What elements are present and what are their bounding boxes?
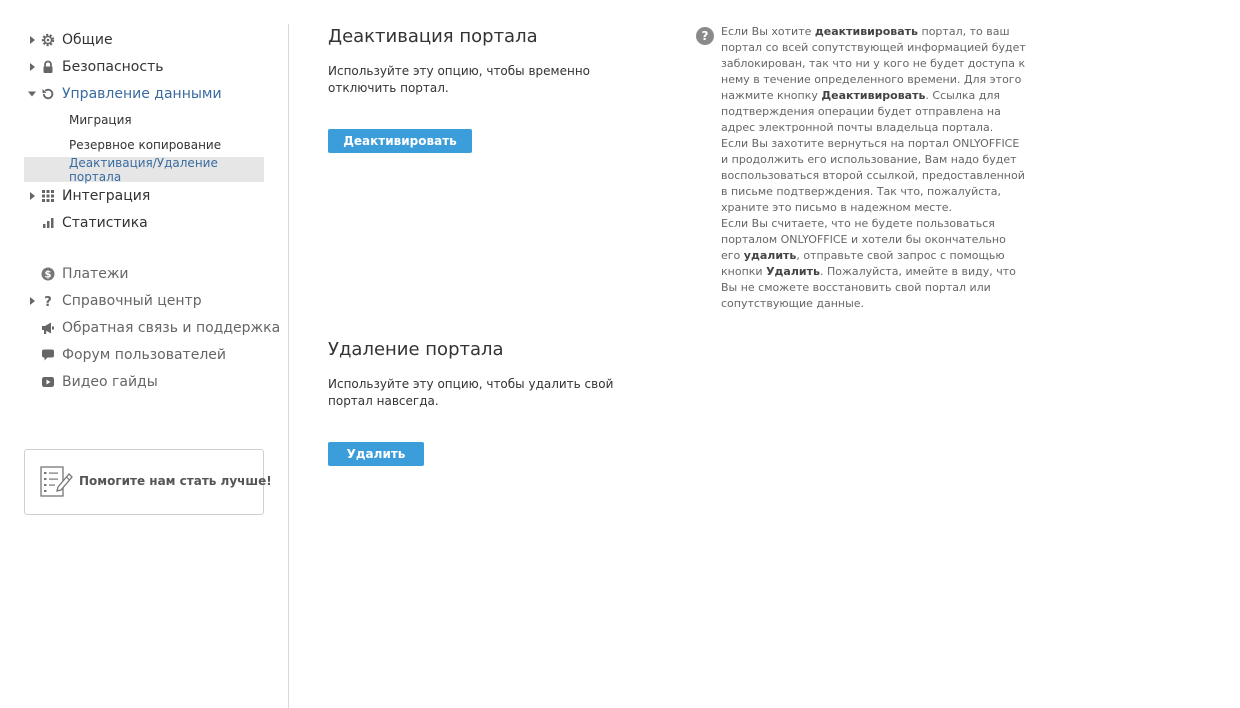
sidebar-item-data-management[interactable]: Управление данными (24, 80, 264, 107)
question-icon: ? (41, 294, 55, 308)
info-paragraph: Если Вы захотите вернуться на портал ONL… (721, 137, 1025, 214)
expand-arrow-icon[interactable] (30, 191, 35, 200)
speech-bubble-icon (41, 348, 55, 362)
gear-icon (41, 33, 55, 47)
help-us-banner[interactable]: Помогите нам стать лучше! (24, 449, 272, 515)
deactivation-description: Используйте эту опцию, чтобы временно от… (328, 64, 591, 95)
sidebar-subitem-migration[interactable]: Миграция (24, 107, 264, 132)
sidebar-item-label: Общие (62, 31, 113, 48)
grid-icon (41, 189, 55, 203)
info-panel: Если Вы хотите деактивировать портал, то… (721, 24, 1026, 312)
deactivate-button[interactable]: Деактивировать (328, 129, 472, 153)
deletion-description: Используйте эту опцию, чтобы удалить сво… (328, 377, 614, 408)
svg-text:$: $ (45, 269, 52, 280)
sidebar-subitem-deactivation[interactable]: Деактивация/Удаление портала (24, 156, 264, 184)
expand-arrow-icon[interactable] (30, 62, 35, 71)
sidebar-item-label: Статистика (62, 214, 148, 231)
sidebar-item-label: Обратная связь и поддержка (62, 319, 281, 336)
sidebar-item-feedback[interactable]: Обратная связь и поддержка (24, 314, 280, 341)
delete-button[interactable]: Удалить (328, 442, 424, 466)
sidebar-item-help-center[interactable]: ? Справочный центр (24, 287, 264, 314)
sidebar-item-forum[interactable]: Форум пользователей (24, 341, 264, 368)
sidebar-nav: Общие Безопасность Управление данными Ми… (24, 26, 280, 395)
sidebar-item-integration[interactable]: Интеграция (24, 182, 264, 209)
sidebar-item-general[interactable]: Общие (24, 26, 264, 53)
svg-text:?: ? (44, 295, 52, 308)
deletion-title: Удаление портала (328, 339, 504, 360)
sidebar-item-label: Интеграция (62, 187, 151, 204)
sidebar-item-label: Видео гайды (62, 373, 158, 390)
play-video-icon (41, 375, 55, 389)
info-emphasis: деактивировать (814, 25, 919, 38)
bar-chart-icon (41, 216, 55, 230)
megaphone-icon (41, 321, 55, 335)
sidebar-subitem-backup[interactable]: Резервное копирование (24, 132, 264, 157)
deactivation-title: Деактивация портала (328, 26, 538, 47)
info-paragraph: Если Вы считаете, что не будете пользова… (721, 216, 1026, 312)
sidebar-item-label: Платежи (62, 265, 129, 282)
sidebar-item-payments[interactable]: $ Платежи (24, 260, 264, 287)
sidebar-item-label: Справочный центр (62, 292, 202, 309)
help-us-label: Помогите нам стать лучше! (79, 474, 272, 488)
info-paragraph: Если Вы хотите деактивировать портал, то… (721, 24, 1026, 136)
collapse-arrow-icon[interactable] (28, 91, 36, 96)
restore-icon (41, 87, 55, 101)
info-emphasis: удалить (743, 249, 797, 262)
sidebar-item-label: Управление данными (62, 85, 222, 102)
expand-arrow-icon[interactable] (30, 296, 35, 305)
info-emphasis: Деактивировать (821, 89, 926, 102)
sidebar-item-label: Безопасность (62, 58, 164, 75)
info-text: Если Вы хотите (721, 25, 815, 38)
sidebar-item-label: Форум пользователей (62, 346, 226, 363)
lock-icon (41, 60, 55, 74)
survey-checklist-icon (39, 465, 73, 499)
vertical-divider (288, 24, 289, 708)
sidebar-item-statistics[interactable]: Статистика (24, 209, 264, 236)
sidebar-item-video[interactable]: Видео гайды (24, 368, 264, 395)
info-emphasis: Удалить (766, 265, 820, 278)
sidebar-item-security[interactable]: Безопасность (24, 53, 264, 80)
expand-arrow-icon[interactable] (30, 35, 35, 44)
dollar-icon: $ (41, 267, 55, 281)
help-question-icon: ? (696, 27, 714, 45)
